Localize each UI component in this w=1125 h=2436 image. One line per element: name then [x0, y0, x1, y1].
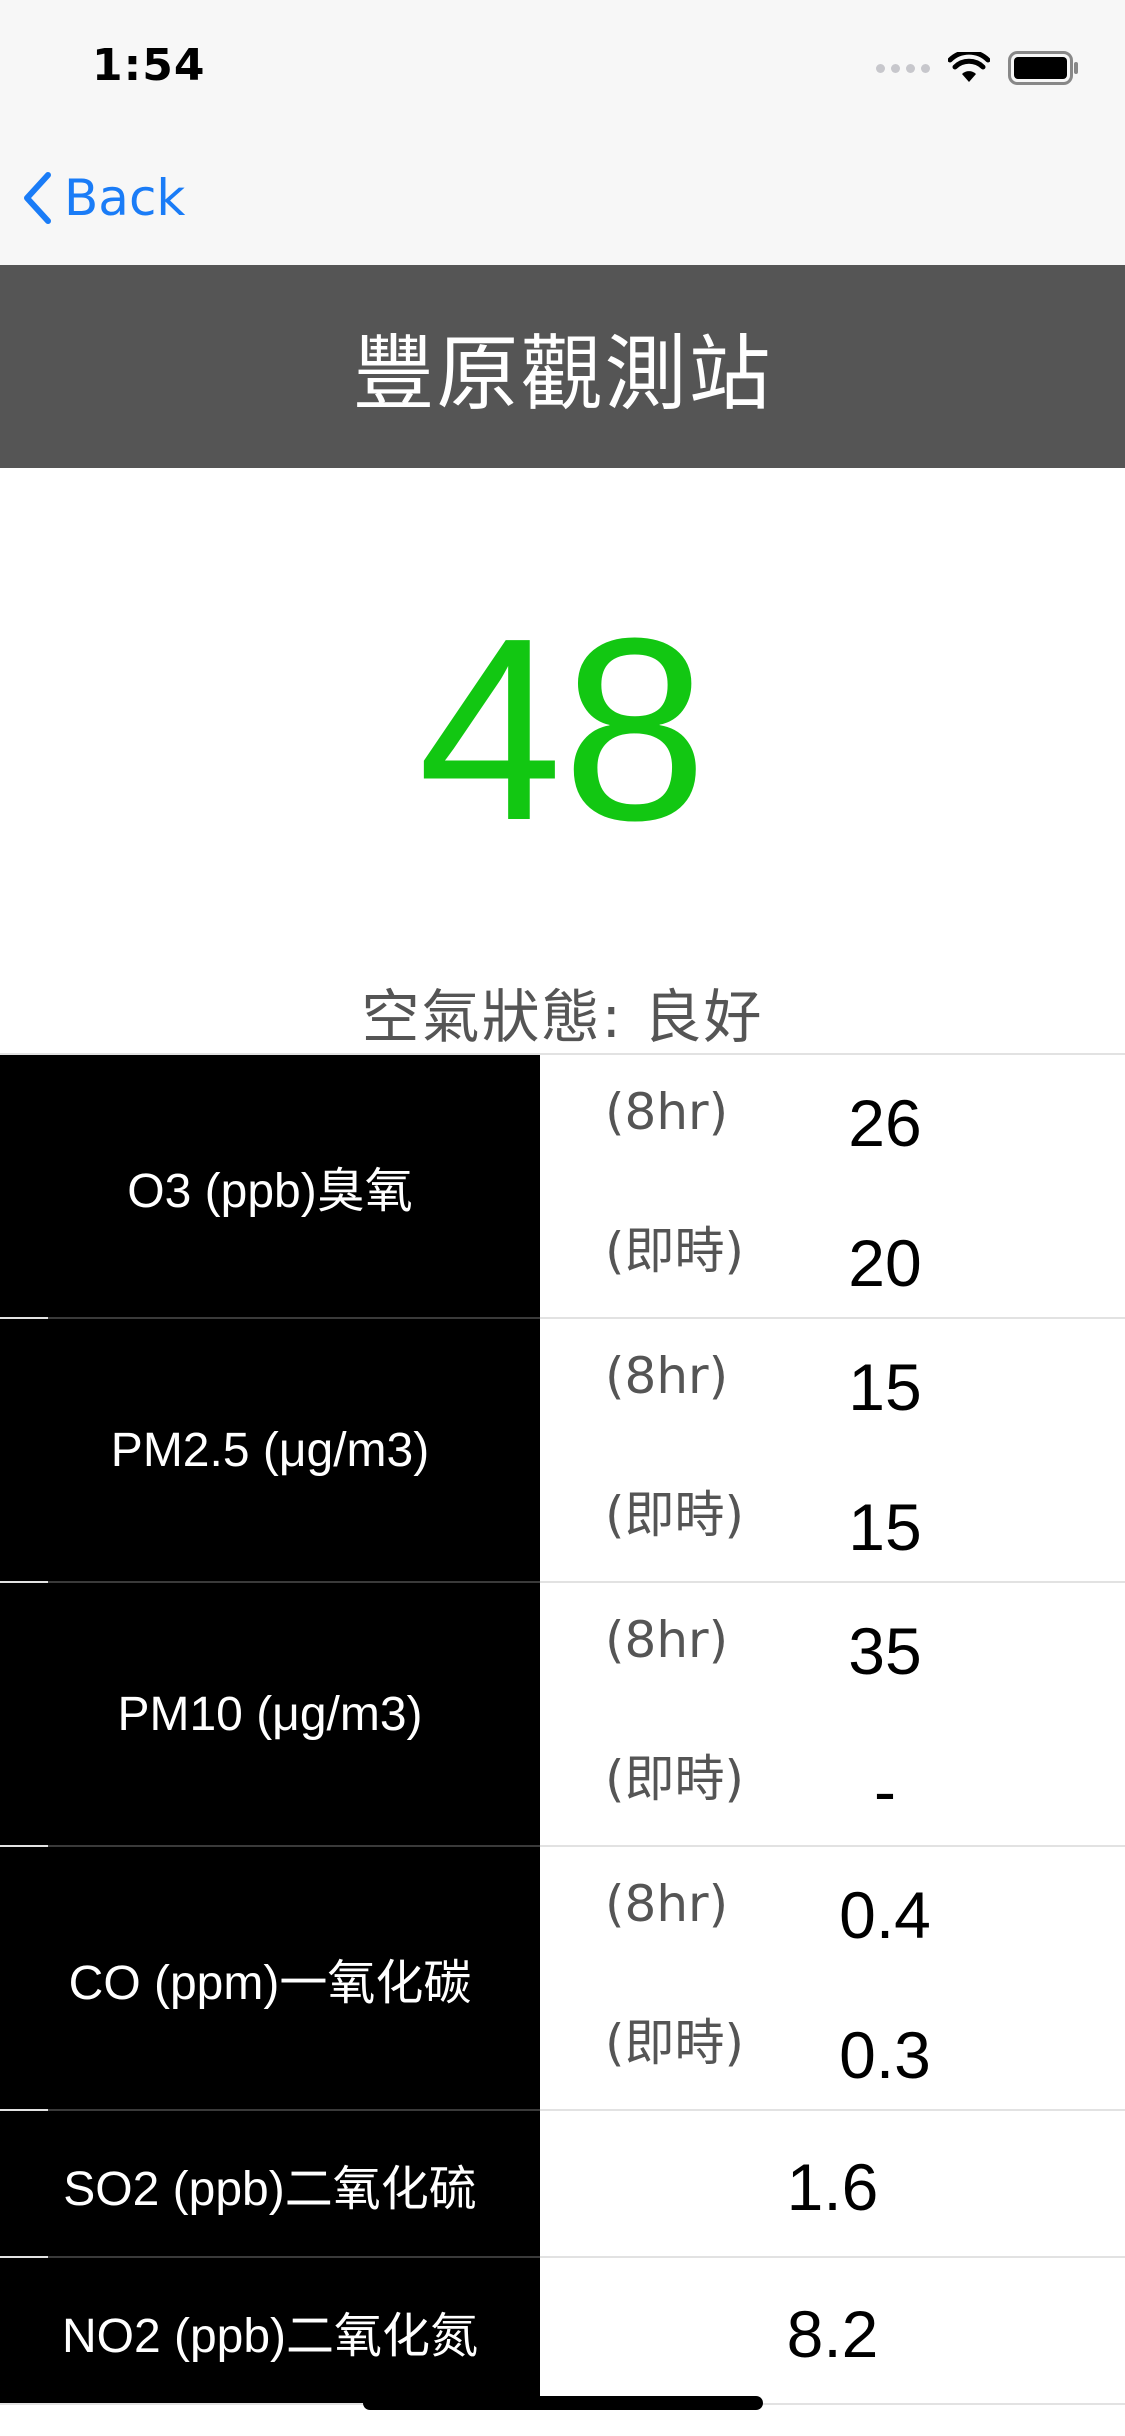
pollutant-name: PM2.5 (μg/m3) — [0, 1317, 540, 1581]
value-realtime: 20 — [848, 1226, 922, 1300]
back-label: Back — [64, 169, 186, 227]
home-indicator[interactable] — [363, 2396, 763, 2410]
pollutant-table: O3 (ppb)臭氧 (8hr) 26 (即時) 20 PM2.5 (μg/m3… — [0, 1053, 1125, 2405]
value: 8.2 — [786, 2297, 879, 2371]
period-label: (8hr) — [605, 1083, 729, 1141]
value: 1.6 — [786, 2150, 879, 2224]
pollutant-values: 8.2 — [540, 2258, 1125, 2403]
pollutant-name: PM10 (μg/m3) — [0, 1581, 540, 1845]
value-8hr: 0.4 — [839, 1878, 931, 1952]
table-row: PM2.5 (μg/m3) (8hr) 15 (即時) 15 — [0, 1317, 1125, 1581]
pollutant-values: (8hr) 26 (即時) 20 — [540, 1055, 1125, 1317]
pollutant-values: (8hr) 35 (即時) - — [540, 1583, 1125, 1845]
title-banner: 豐原觀測站 — [0, 265, 1125, 468]
table-row: SO2 (ppb)二氧化硫 1.6 — [0, 2109, 1125, 2256]
value-8hr: 35 — [848, 1614, 922, 1688]
period-label: (8hr) — [605, 1347, 729, 1405]
pollutant-name: NO2 (ppb)二氧化氮 — [0, 2256, 540, 2403]
value-8hr: 26 — [848, 1086, 922, 1160]
back-button[interactable]: Back — [22, 163, 185, 233]
value-realtime: - — [874, 1754, 896, 1828]
table-row: CO (ppm)一氧化碳 (8hr) 0.4 (即時) 0.3 — [0, 1845, 1125, 2109]
pollutant-name: SO2 (ppb)二氧化硫 — [0, 2109, 540, 2256]
page-title: 豐原觀測站 — [352, 327, 773, 422]
pollutant-name: CO (ppm)一氧化碳 — [0, 1845, 540, 2109]
battery-icon — [1008, 51, 1078, 85]
chevron-left-icon — [24, 172, 51, 224]
pollutant-values: (8hr) 0.4 (即時) 0.3 — [540, 1847, 1125, 2109]
pollutant-values: (8hr) 15 (即時) 15 — [540, 1319, 1125, 1581]
cellular-signal-icon — [876, 63, 930, 73]
pollutant-name-text: NO2 (ppb)二氧化氮 — [61, 2309, 479, 2363]
table-row: PM10 (μg/m3) (8hr) 35 (即時) - — [0, 1581, 1125, 1845]
pollutant-name: O3 (ppb)臭氧 — [0, 1055, 540, 1317]
value-realtime: 0.3 — [839, 2018, 931, 2092]
aqi-value: 48 — [417, 585, 708, 875]
pollutant-name-text: SO2 (ppb)二氧化硫 — [63, 2162, 477, 2216]
pollutant-name-text: CO (ppm)一氧化碳 — [68, 1957, 472, 2010]
pollutant-values: 1.6 — [540, 2111, 1125, 2256]
table-row: O3 (ppb)臭氧 (8hr) 26 (即時) 20 — [0, 1053, 1125, 1317]
wifi-icon — [948, 52, 990, 82]
screen: 1:54 Back 豐原觀測站 48 空氣狀態: 良好 O3 (ppb)臭氧 (… — [0, 0, 1125, 2436]
pollutant-name-text: PM2.5 (μg/m3) — [110, 1423, 430, 1477]
navigation-area: 1:54 Back — [0, 0, 1125, 265]
period-label: (8hr) — [605, 1875, 729, 1933]
air-status-label: 空氣狀態: 良好 — [361, 983, 764, 1051]
status-time: 1:54 — [92, 40, 206, 91]
period-label: (8hr) — [605, 1611, 729, 1669]
table-row: NO2 (ppb)二氧化氮 8.2 — [0, 2256, 1125, 2403]
status-indicators — [876, 48, 1080, 88]
pollutant-name-text: PM10 (μg/m3) — [117, 1687, 423, 1741]
value-realtime: 15 — [848, 1490, 922, 1564]
value-8hr: 15 — [848, 1350, 922, 1424]
